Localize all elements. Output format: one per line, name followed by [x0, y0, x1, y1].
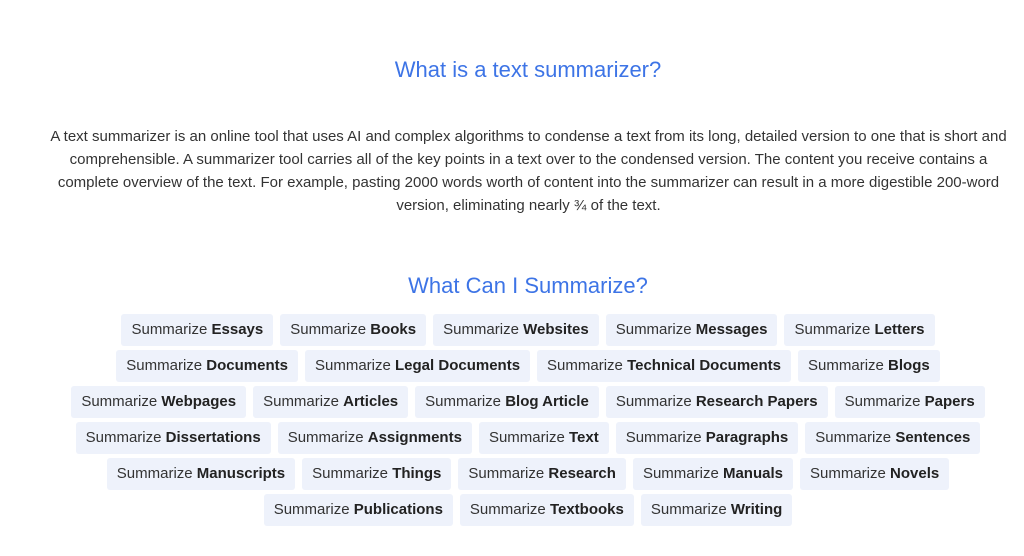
summarize-tag[interactable]: Summarize Blog Article: [415, 386, 599, 418]
tag-label: Websites: [523, 321, 589, 338]
tag-label: Blogs: [888, 357, 930, 374]
tag-label: Papers: [924, 393, 975, 410]
tag-label: Textbooks: [549, 501, 624, 518]
tag-label: Technical Documents: [627, 357, 782, 374]
tag-prefix: Summarize: [808, 357, 889, 374]
summarize-tag[interactable]: Summarize Paragraphs: [615, 422, 799, 454]
tag-label: Manuscripts: [196, 465, 286, 482]
tag-prefix: Summarize: [263, 393, 344, 410]
tag-label: Blog Article: [505, 393, 589, 410]
summarize-tag[interactable]: Summarize Publications: [263, 494, 453, 526]
summarize-tag[interactable]: Summarize Papers: [834, 386, 985, 418]
tag-label: Writing: [730, 501, 783, 518]
tag-prefix: Summarize: [844, 393, 925, 410]
tag-prefix: Summarize: [488, 429, 569, 446]
tag-prefix: Summarize: [85, 429, 166, 446]
summarize-tag[interactable]: Summarize Technical Documents: [537, 350, 792, 382]
tag-prefix: Summarize: [131, 321, 212, 338]
tag-prefix: Summarize: [443, 321, 524, 338]
summarize-tag[interactable]: Summarize Webpages: [71, 386, 247, 418]
tag-prefix: Summarize: [290, 321, 371, 338]
tag-prefix: Summarize: [547, 357, 628, 374]
tag-prefix: Summarize: [650, 501, 731, 518]
summarize-tag[interactable]: Summarize Research Papers: [605, 386, 828, 418]
tag-label: Paragraphs: [705, 429, 789, 446]
tag-prefix: Summarize: [809, 465, 891, 482]
summarize-tag-list: Summarize Essays Summarize Books Summarize…: [60, 314, 996, 526]
summarize-tag[interactable]: Summarize Dissertations: [75, 422, 271, 454]
tag-label: Dissertations: [165, 429, 261, 446]
summarize-tag[interactable]: Summarize Articles: [253, 386, 409, 418]
tag-label: Assignments: [367, 429, 462, 446]
tag-label: Articles: [343, 393, 399, 410]
summarize-tag[interactable]: Summarize Books: [280, 314, 427, 346]
tag-prefix: Summarize: [312, 465, 393, 482]
tag-prefix: Summarize: [425, 393, 506, 410]
tag-prefix: Summarize: [625, 429, 706, 446]
tag-prefix: Summarize: [81, 393, 162, 410]
summarize-tag[interactable]: Summarize Manuscripts: [106, 458, 296, 490]
tag-label: Manuals: [722, 465, 783, 482]
tag-label: Messages: [695, 321, 768, 338]
summarize-heading: What Can I Summarize?: [408, 273, 648, 298]
tag-prefix: Summarize: [314, 357, 396, 374]
tag-label: Novels: [890, 465, 940, 482]
summarize-tag[interactable]: Summarize Writing: [640, 494, 793, 526]
summarize-tag[interactable]: Summarize Documents: [116, 350, 298, 382]
tag-prefix: Summarize: [615, 321, 696, 338]
tag-label: Books: [370, 321, 417, 338]
tag-label: Publications: [353, 501, 443, 518]
tag-prefix: Summarize: [815, 429, 896, 446]
tag-label: Research: [548, 465, 616, 482]
tag-label: Research Papers: [695, 393, 818, 410]
summarize-tag[interactable]: Summarize Websites: [433, 314, 599, 346]
about-paragraph: A text summarizer is an online tool that…: [50, 128, 1007, 214]
tag-label: Essays: [211, 321, 264, 338]
tag-prefix: Summarize: [116, 465, 197, 482]
tag-prefix: Summarize: [469, 501, 550, 518]
summarize-tag[interactable]: Summarize Textbooks: [459, 494, 634, 526]
tag-label: Things: [392, 465, 442, 482]
summarize-tag[interactable]: Summarize Messages: [605, 314, 778, 346]
summarize-tag[interactable]: Summarize Research: [458, 458, 626, 490]
tag-prefix: Summarize: [273, 501, 354, 518]
tag-label: Letters: [874, 321, 925, 338]
tag-label: Legal Documents: [395, 357, 521, 374]
tag-label: Documents: [206, 357, 288, 374]
summarize-tag[interactable]: Summarize Legal Documents: [304, 350, 531, 382]
summarize-tag[interactable]: Summarize Novels: [799, 458, 950, 490]
tag-prefix: Summarize: [642, 465, 723, 482]
about-heading: What is a text summarizer?: [394, 57, 662, 82]
summarize-tag[interactable]: Summarize Things: [302, 458, 452, 490]
tag-prefix: Summarize: [287, 429, 368, 446]
summarize-tag[interactable]: Summarize Assignments: [277, 422, 472, 454]
summarize-tag[interactable]: Summarize Manuals: [632, 458, 793, 490]
tag-label: Text: [568, 429, 599, 446]
tag-prefix: Summarize: [615, 393, 696, 410]
tag-prefix: Summarize: [126, 357, 207, 374]
summarize-tag[interactable]: Summarize Letters: [784, 314, 935, 346]
tag-prefix: Summarize: [468, 465, 549, 482]
tag-label: Webpages: [161, 393, 237, 410]
summarize-tag[interactable]: Summarize Essays: [121, 314, 274, 346]
tag-prefix: Summarize: [794, 321, 875, 338]
summarize-tag[interactable]: Summarize Blogs: [798, 350, 940, 382]
tag-label: Sentences: [895, 429, 971, 446]
summarize-tag[interactable]: Summarize Text: [478, 422, 609, 454]
summarize-tag[interactable]: Summarize Sentences: [805, 422, 981, 454]
